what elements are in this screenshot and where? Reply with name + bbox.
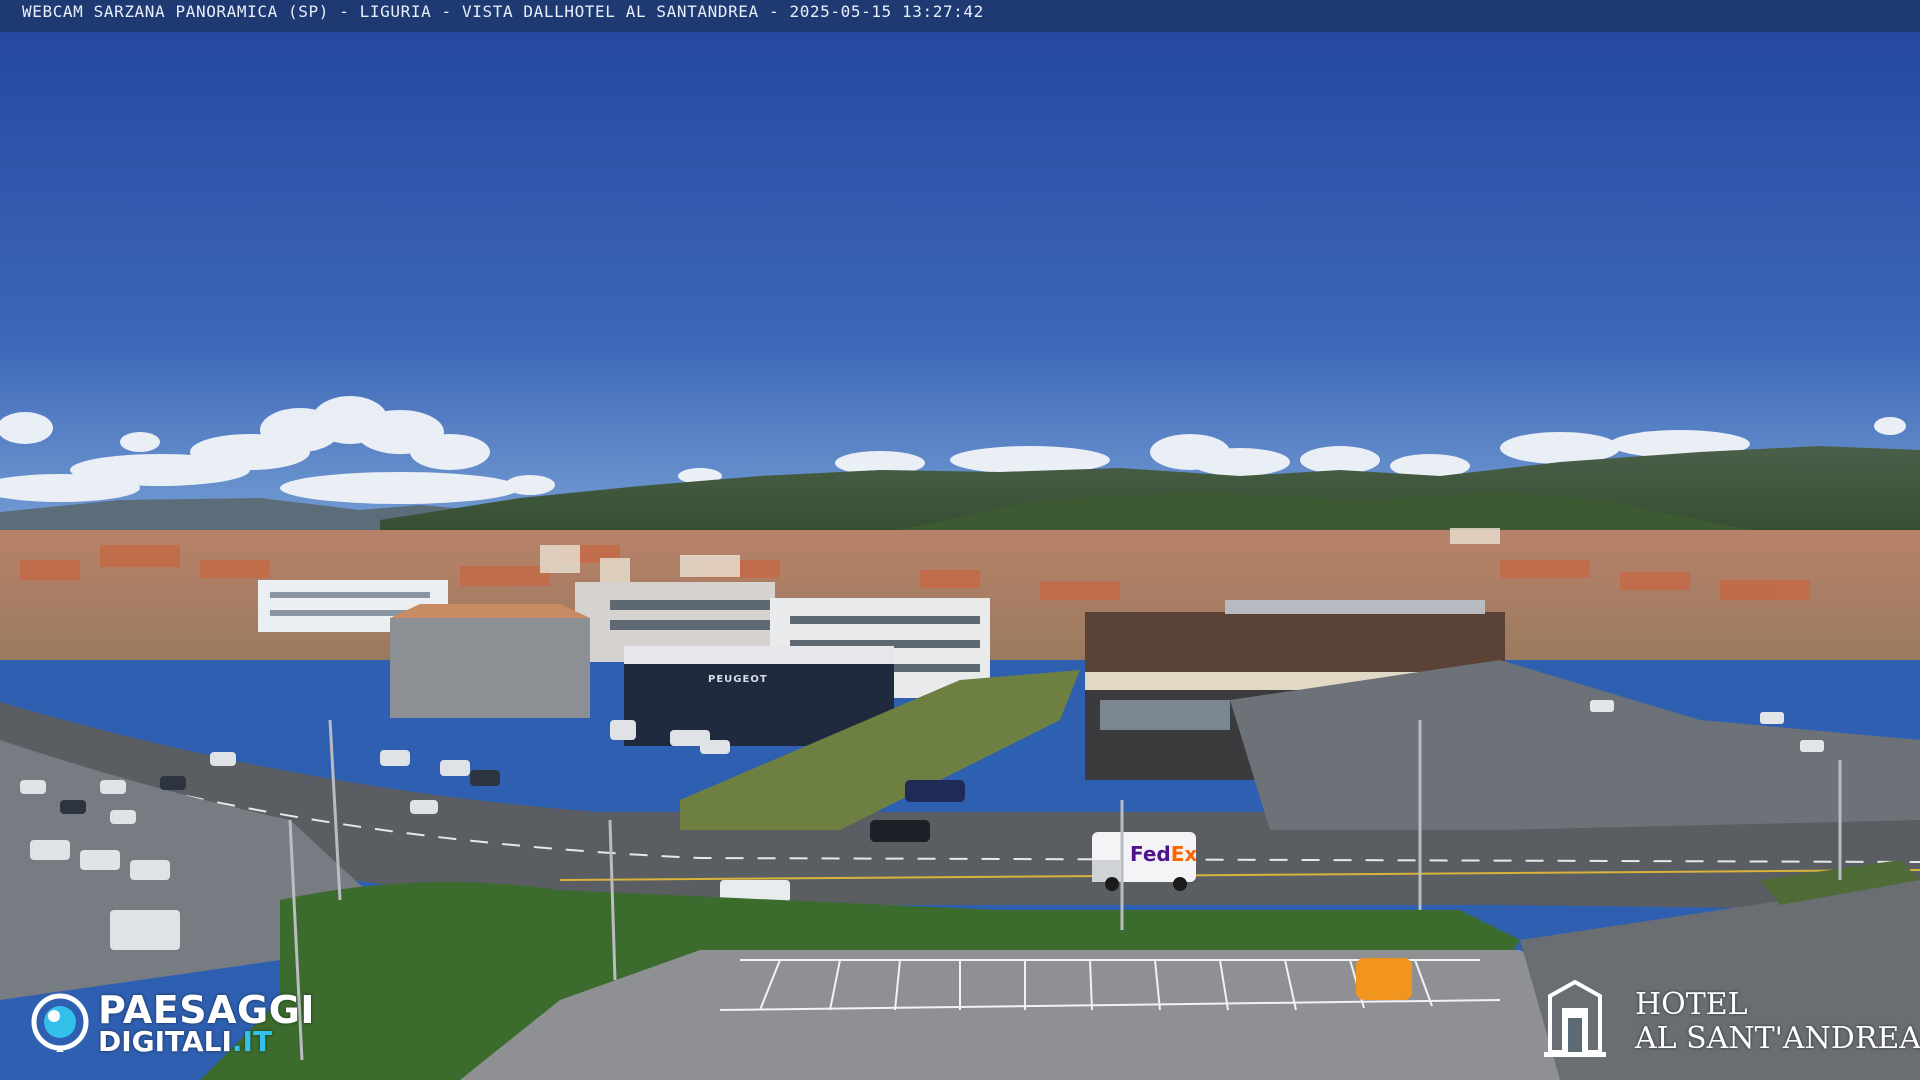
brand-line1: PAESAGGI [98,988,316,1032]
hotel-logo: HOTEL AL SANT'ANDREA [1540,978,1920,1058]
building-icon [1544,979,1606,1057]
orange-car [1356,958,1412,1000]
van-logo-ex: Ex [1170,842,1198,866]
eye-icon [31,993,89,1052]
hotel-name-line1: HOTEL [1635,987,1748,1022]
van-logo: FedEx [1130,842,1197,866]
hotel-name-line2: AL SANT'ANDREA [1635,1021,1920,1056]
webcam-scene [0,30,1920,1080]
brand-line2-accent: .IT [231,1025,273,1058]
van-logo-fed: Fed [1130,842,1171,866]
brand-line2: DIGITALI.IT [98,1026,272,1058]
dealership-sign: PEUGEOT [708,674,768,685]
paesaggi-digitali-logo[interactable]: PAESAGGI DIGITALI.IT [30,990,340,1060]
webcam-caption: WEBCAM SARZANA PANORAMICA (SP) - LIGURIA… [0,0,1920,32]
blurred-building [390,618,590,718]
brand-line2-main: DIGITALI [98,1025,232,1058]
